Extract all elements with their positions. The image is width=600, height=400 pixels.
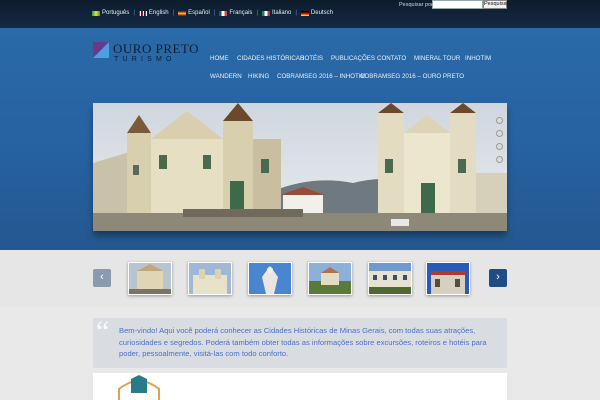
top-bar: Português | English | Español | Français… [0, 0, 600, 28]
logo-title[interactable]: OURO PRETO [113, 41, 199, 57]
nav-cobramseg-inhotim[interactable]: COBRAMSEG 2016 – INHOTIM [277, 73, 366, 80]
nav-contato[interactable]: CONTATO [377, 55, 406, 62]
nav-hiking[interactable]: HIKING [248, 73, 269, 80]
slider-dot[interactable] [496, 117, 503, 124]
language-german[interactable]: Deutsch [300, 10, 333, 16]
italy-flag-icon [262, 10, 270, 16]
language-selector: Português | English | Español | Français… [92, 10, 333, 16]
bottom-panel [93, 373, 507, 400]
nav-wandern[interactable]: WANDERN [210, 73, 242, 80]
slider-dot[interactable] [496, 156, 503, 163]
brazil-flag-icon [92, 10, 100, 16]
carousel-prev-button[interactable]: ‹ [93, 269, 111, 287]
logo-icon[interactable] [93, 42, 109, 58]
language-spanish[interactable]: Español [178, 10, 210, 16]
carousel-thumbnail[interactable] [128, 262, 172, 295]
spain-flag-icon [178, 10, 187, 16]
slider-dot[interactable] [496, 130, 503, 137]
chevron-left-icon: ‹ [100, 271, 104, 283]
germany-flag-icon [300, 10, 309, 16]
carousel-thumbnail[interactable] [248, 262, 292, 295]
chevron-right-icon: › [496, 271, 500, 283]
thumbnail-carousel: ‹ › [0, 250, 600, 306]
nav-cobramseg-ouro-preto[interactable]: COBRAMSEG 2016 – OURO PRETO [360, 73, 464, 80]
language-portuguese[interactable]: Português [92, 10, 129, 16]
quote-icon: “ [96, 315, 110, 348]
carousel-next-button[interactable]: › [489, 269, 507, 287]
search-label: Pesquisar por: [399, 2, 435, 8]
language-french[interactable]: Français [219, 10, 252, 16]
welcome-text: Bem-vindo! Aqui você poderá conhecer as … [119, 326, 487, 358]
carousel-thumbnail[interactable] [426, 262, 470, 295]
logo-subtitle: TURISMO [114, 56, 176, 63]
nav-hoteis[interactable]: HOTÉIS [300, 55, 323, 62]
language-english[interactable]: English [138, 10, 169, 16]
nav-inhotim[interactable]: INHOTIM [465, 55, 491, 62]
nav-mineral-tour[interactable]: MINERAL TOUR [414, 55, 460, 62]
uk-flag-icon [138, 10, 147, 16]
carousel-thumbnail[interactable] [188, 262, 232, 295]
hero-slide-image[interactable] [93, 103, 507, 231]
search-input[interactable] [432, 0, 483, 9]
nav-home[interactable]: HOME [210, 55, 229, 62]
carousel-thumbnail[interactable] [308, 262, 352, 295]
church-logo-icon [118, 375, 160, 400]
search-button[interactable]: Pesquisar [483, 0, 508, 9]
slider-dot[interactable] [496, 143, 503, 150]
carousel-thumbnail[interactable] [368, 262, 412, 295]
france-flag-icon [219, 10, 228, 16]
language-italian[interactable]: Italiano [262, 10, 291, 16]
nav-cidades-historicas[interactable]: CIDADES HISTÓRICAS [237, 55, 304, 62]
church-photo [93, 103, 507, 231]
nav-publicacoes[interactable]: PUBLICAÇÕES [331, 55, 375, 62]
